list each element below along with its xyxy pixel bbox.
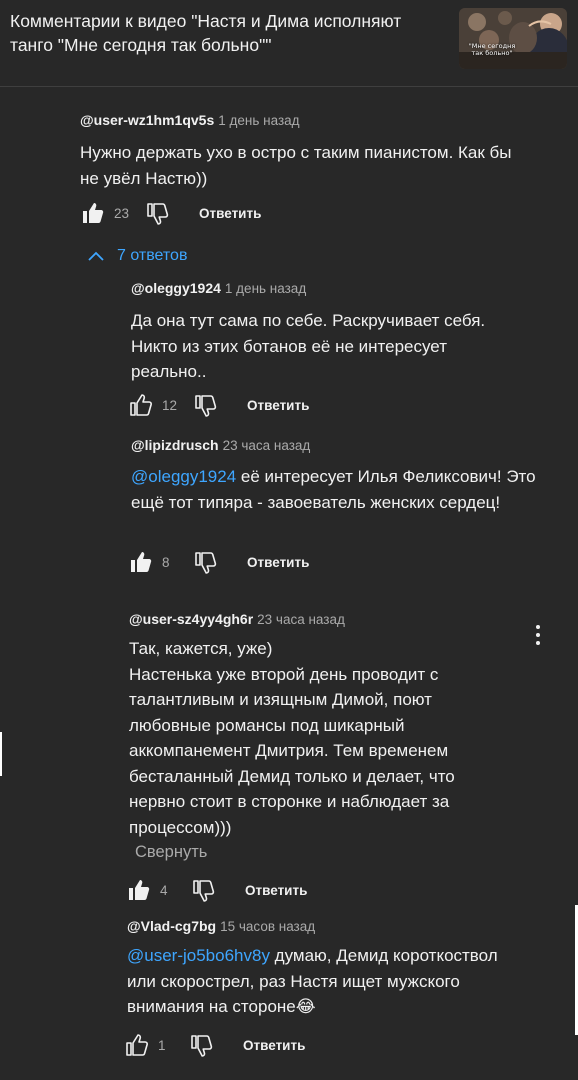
- reply-time[interactable]: 1 день назад: [225, 281, 306, 296]
- more-vertical-icon: [536, 625, 540, 645]
- reply-actions: 12 Ответить: [128, 391, 309, 419]
- reply-actions: 1 Ответить: [124, 1031, 305, 1059]
- chevron-up-icon: [88, 251, 104, 261]
- like-button[interactable]: [124, 1032, 150, 1058]
- page-title: Комментарии к видео "Настя и Дима исполн…: [10, 11, 402, 55]
- thumbs-up-icon: [131, 552, 152, 572]
- more-options-button[interactable]: [528, 623, 548, 647]
- like-count: 12: [162, 397, 178, 413]
- comment: @user-wz1hm1qv5s 1 день назад Нужно держа…: [80, 112, 560, 232]
- reply-button[interactable]: Ответить: [247, 555, 309, 570]
- reply-meta: @lipizdrusch 23 часа назад: [131, 437, 310, 453]
- reply-author[interactable]: @lipizdrusch: [131, 437, 219, 453]
- reply-text: @oleggy1924 её интересует Илья Феликсови…: [131, 464, 541, 515]
- like-button[interactable]: [128, 549, 154, 575]
- dislike-button[interactable]: [190, 877, 216, 903]
- thumbs-down-icon: [195, 395, 217, 417]
- like-count: 23: [114, 205, 130, 221]
- reply-time[interactable]: 23 часа назад: [257, 612, 345, 627]
- like-count: 8: [162, 554, 170, 570]
- reply-time[interactable]: 23 часа назад: [223, 438, 311, 453]
- dislike-button[interactable]: [188, 1032, 214, 1058]
- dislike-button[interactable]: [144, 200, 170, 226]
- reply-meta: @Vlad-cg7bg 15 часов назад: [127, 918, 315, 934]
- reply-text: Так, кажется, уже) Настенька уже второй …: [129, 639, 455, 837]
- thumbs-up-icon: [126, 1034, 148, 1056]
- reply-actions: 4 Ответить: [126, 876, 307, 904]
- left-edge-marker: [0, 732, 2, 776]
- reply: @user-sz4yy4gh6r 23 часа назад Так, кажет…: [129, 611, 559, 911]
- reply-mention[interactable]: @user-jo5bo6hv8y: [127, 946, 270, 965]
- thumbs-down-icon: [191, 1035, 213, 1057]
- thumbs-down-icon: [195, 552, 217, 574]
- reply-actions: 8 Ответить: [128, 548, 309, 576]
- reply-button[interactable]: Ответить: [247, 398, 309, 413]
- like-button[interactable]: [126, 877, 152, 903]
- reply: @oleggy1924 1 день назад Да она тут сама …: [128, 280, 561, 420]
- thumbs-down-icon: [147, 203, 169, 225]
- replies-toggle[interactable]: 7 ответов: [86, 244, 187, 268]
- dislike-button[interactable]: [192, 549, 218, 575]
- reply-author[interactable]: @Vlad-cg7bg: [127, 918, 216, 934]
- thumbs-down-icon: [193, 880, 215, 902]
- thumbs-up-icon: [130, 394, 152, 416]
- replies-count-label[interactable]: 7 ответов: [117, 247, 187, 265]
- like-button[interactable]: [80, 200, 106, 226]
- comment-text: Нужно держать ухо в остро с таким пианис…: [80, 143, 512, 188]
- thumbnail-caption: "Мне сегодня так больно": [468, 42, 516, 57]
- collapse-link[interactable]: Свернуть: [135, 843, 207, 862]
- thumbs-up-icon: [83, 203, 104, 223]
- reply: @lipizdrusch 23 часа назад @oleggy1924 её…: [131, 437, 561, 577]
- reply-button[interactable]: Ответить: [199, 206, 261, 221]
- reply-button[interactable]: Ответить: [245, 883, 307, 898]
- reply-meta: @oleggy1924 1 день назад: [131, 280, 306, 296]
- comments-header: Комментарии к видео "Настя и Дима исполн…: [0, 0, 578, 87]
- video-thumbnail[interactable]: "Мне сегодня так больно": [459, 8, 567, 69]
- reply-text: @user-jo5bo6hv8y думаю, Демид короткоств…: [127, 943, 527, 1020]
- reply-text: Да она тут сама по себе. Раскручивает се…: [131, 311, 486, 381]
- like-count: 4: [160, 882, 168, 898]
- reply-author[interactable]: @oleggy1924: [131, 280, 221, 296]
- reply: @Vlad-cg7bg 15 часов назад @user-jo5bo6hv…: [124, 918, 567, 1068]
- reply-mention[interactable]: @oleggy1924: [131, 467, 236, 486]
- thumbs-up-icon: [129, 880, 150, 900]
- like-button[interactable]: [128, 392, 154, 418]
- comment-actions: 23 Ответить: [80, 199, 261, 227]
- comment-time[interactable]: 1 день назад: [218, 113, 299, 128]
- dislike-button[interactable]: [192, 392, 218, 418]
- reply-button[interactable]: Ответить: [243, 1038, 305, 1053]
- comment-meta: @user-wz1hm1qv5s 1 день назад: [80, 112, 300, 128]
- like-count: 1: [158, 1037, 166, 1053]
- comment-author[interactable]: @user-wz1hm1qv5s: [80, 112, 214, 128]
- reply-meta: @user-sz4yy4gh6r 23 часа назад: [129, 611, 345, 627]
- reply-author[interactable]: @user-sz4yy4gh6r: [129, 611, 253, 627]
- reply-time[interactable]: 15 часов назад: [220, 919, 315, 934]
